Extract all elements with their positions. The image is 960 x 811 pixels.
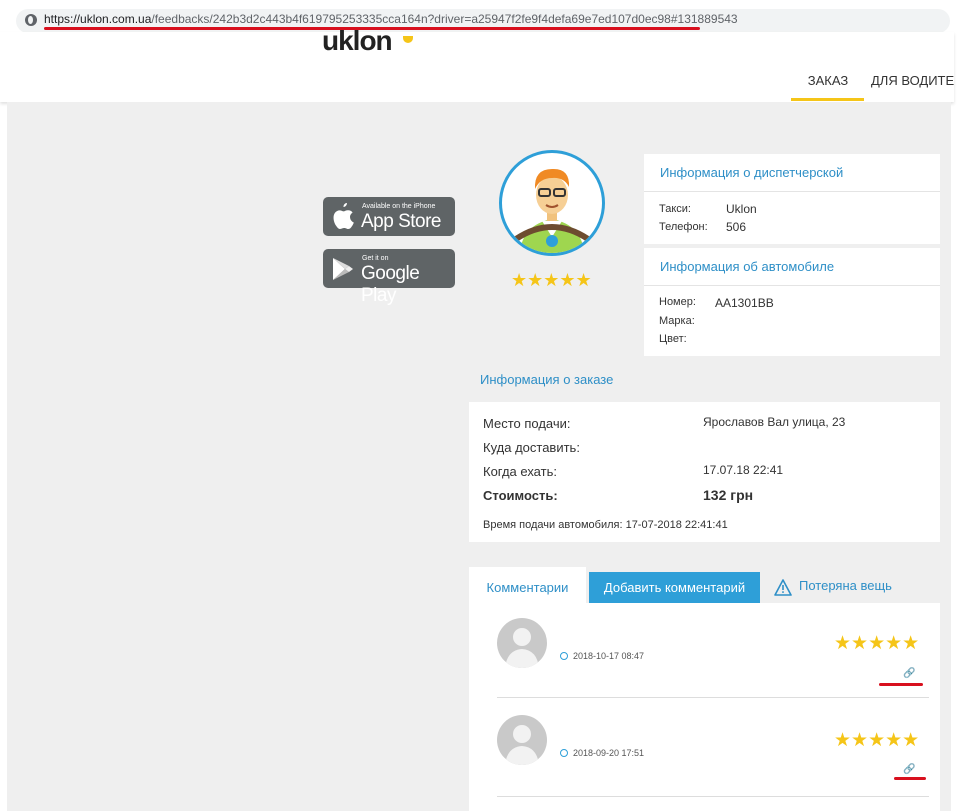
clock-icon (560, 749, 568, 757)
driver-avatar (499, 150, 605, 256)
cost-label: Стоимость: (483, 488, 558, 503)
order-title: Информация о заказе (480, 372, 614, 387)
nav-drivers[interactable]: ДЛЯ ВОДИТЕЛ (871, 73, 954, 88)
comment-separator (497, 796, 929, 797)
google-play-caption: Get it on (362, 255, 389, 262)
uklon-logo[interactable]: uklon (322, 27, 393, 55)
warning-icon (774, 579, 792, 596)
url-host: https://uklon.com.ua (44, 12, 152, 26)
phone-label: Телефон: (659, 221, 708, 233)
site-header: uklon (0, 27, 954, 102)
apple-icon (333, 203, 354, 229)
pickup-value: Ярославов Вал улица, 23 (703, 415, 846, 429)
car-title: Информация об автомобиле (644, 248, 940, 286)
car-color-label: Цвет: (659, 333, 687, 345)
car-number-value: AA1301BB (715, 296, 774, 310)
link-highlight (894, 777, 926, 780)
car-number-label: Номер: (659, 296, 696, 308)
app-store-label: App Store (361, 211, 442, 232)
comment-rating: ★★★★★ (834, 730, 920, 751)
dispatch-title: Информация о диспетчерской (644, 154, 940, 192)
add-comment-button[interactable]: Добавить комментарий (589, 572, 760, 603)
google-play-label: Google Play (361, 263, 420, 306)
lost-item-label: Потеряна вещь (799, 578, 892, 593)
taxi-value: Uklon (726, 202, 757, 216)
link-icon[interactable]: 🔗 (903, 668, 915, 679)
comment-separator (497, 697, 929, 698)
car-brand-label: Марка: (659, 315, 695, 327)
link-highlight (879, 683, 923, 686)
commenter-avatar (497, 715, 547, 765)
clock-icon (560, 652, 568, 660)
commenter-avatar (497, 618, 547, 668)
app-store-caption: Available on the iPhone (362, 203, 436, 210)
comment-date: 2018-09-20 17:51 (573, 748, 645, 758)
google-play-button[interactable]: Get it on Google Play (323, 249, 455, 306)
nav-active-underline (791, 98, 864, 101)
app-store-button[interactable]: Available on the iPhone App Store (323, 197, 455, 236)
destination-label: Куда доставить: (483, 440, 580, 455)
driver-rating: ★★★★★ (511, 270, 592, 290)
comment-date: 2018-10-17 08:47 (573, 651, 645, 661)
nav-order[interactable]: ЗАКАЗ (792, 73, 864, 88)
when-label: Когда ехать: (483, 464, 557, 479)
when-value: 17.07.18 22:41 (703, 463, 784, 477)
url-text[interactable]: https://uklon.com.ua/feedbacks/242b3d2c4… (44, 12, 738, 26)
arrival-time: Время подачи автомобиля: 17-07-2018 22:4… (483, 519, 728, 531)
driver-illustration (514, 168, 590, 253)
url-path: /feedbacks/242b3d2c443b4f619795253335cca… (151, 12, 738, 26)
tab-comments[interactable]: Комментарии (469, 567, 586, 603)
phone-value: 506 (726, 220, 747, 234)
globe-icon (25, 14, 37, 26)
google-play-icon (333, 258, 353, 280)
comment-rating: ★★★★★ (834, 633, 920, 654)
cost-value: 132 грн (703, 487, 754, 503)
pickup-label: Место подачи: (483, 416, 571, 431)
link-icon[interactable]: 🔗 (903, 764, 915, 775)
taxi-label: Такси: (659, 203, 691, 215)
lost-item-link[interactable]: Потеряна вещь (799, 578, 892, 593)
